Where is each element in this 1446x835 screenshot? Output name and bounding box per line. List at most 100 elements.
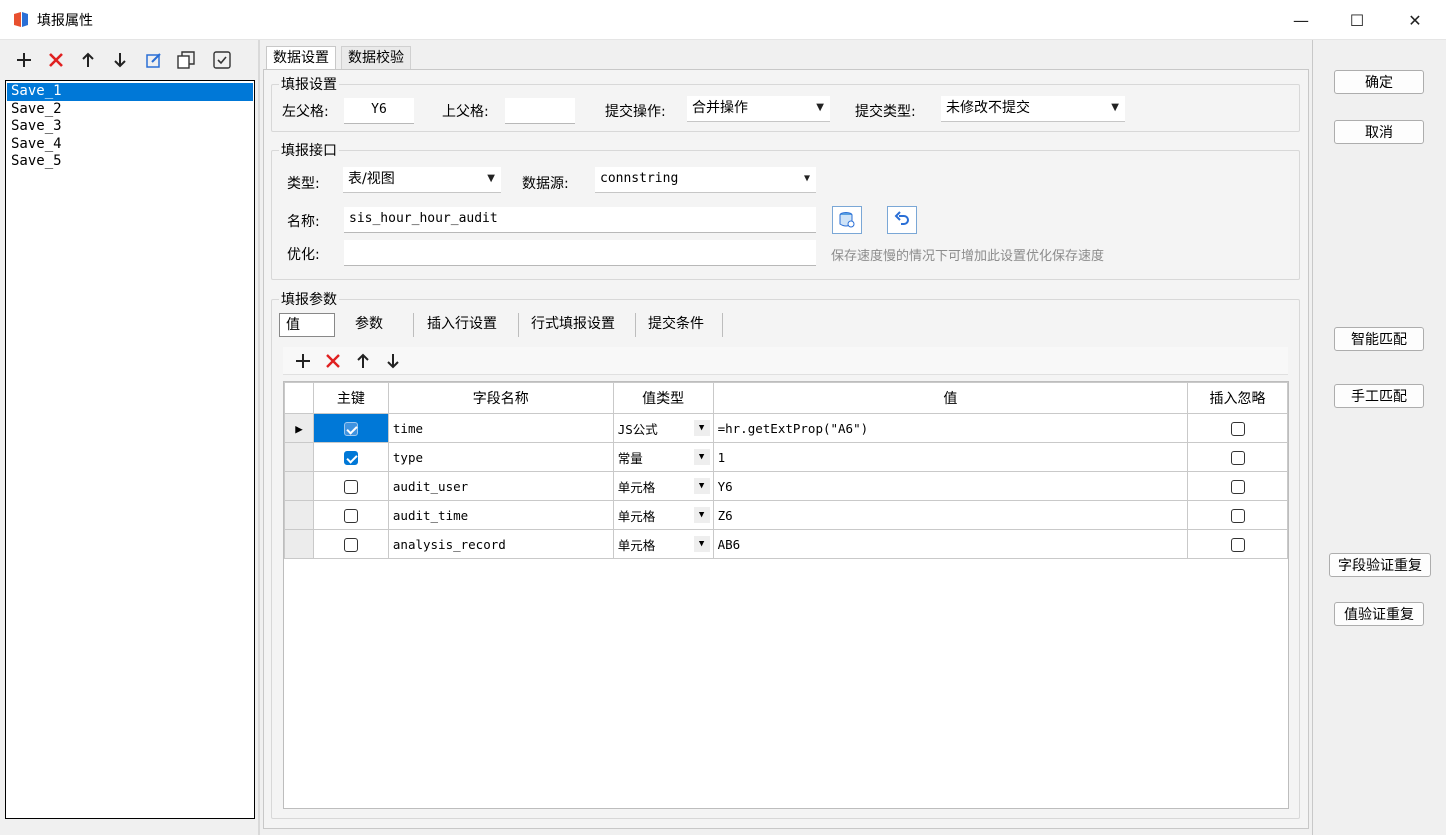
list-item[interactable]: Save_1 [7,83,253,101]
column-header[interactable]: 字段名称 [387,382,614,414]
cancel-button[interactable]: 取消 [1334,120,1424,144]
move-up-icon[interactable] [351,349,375,373]
row-header[interactable] [284,500,314,530]
value-cell[interactable]: 1 [712,442,1189,472]
column-header[interactable]: 主键 [312,382,389,414]
value-dup-check-button[interactable]: 值验证重复 [1334,602,1424,626]
value-cell[interactable]: =hr.getExtProp("A6") [712,413,1189,443]
row-header[interactable]: ▶ [284,413,314,443]
field-name-cell[interactable]: audit_time [387,500,614,530]
field-name-cell[interactable]: analysis_record [387,529,614,559]
insert-ignore-cell[interactable] [1187,500,1288,530]
primary-key-cell[interactable] [312,413,389,443]
subtab-params[interactable]: 参数 [343,313,414,337]
delete-icon[interactable] [44,48,68,72]
subtab-value[interactable]: 值 [279,313,335,337]
chevron-down-icon[interactable]: ▼ [693,420,710,436]
list-item[interactable]: Save_4 [7,136,253,154]
insert-ignore-checkbox[interactable] [1230,537,1245,552]
row-header[interactable] [284,471,314,501]
value-cell[interactable]: Z6 [712,500,1189,530]
value-type-cell[interactable]: 单元格 ▼ [612,471,714,501]
tab-data-validation[interactable]: 数据校验 [341,46,411,70]
insert-ignore-cell[interactable] [1187,529,1288,559]
column-header[interactable]: 值 [712,382,1189,414]
type-select[interactable]: 表/视图 ▼ [343,167,501,193]
column-header[interactable]: 插入忽略 [1187,382,1288,414]
copy-icon[interactable] [174,48,198,72]
field-name-cell[interactable]: time [387,413,614,443]
insert-ignore-checkbox[interactable] [1230,508,1245,523]
column-header[interactable]: 值类型 [612,382,714,414]
primary-key-checkbox[interactable] [343,537,358,552]
ok-button[interactable]: 确定 [1334,70,1424,94]
add-icon[interactable] [291,349,315,373]
top-parent-field[interactable] [505,98,575,124]
table-row[interactable]: audit_time 单元格 ▼ Z6 [284,500,1288,530]
delete-icon[interactable] [321,349,345,373]
primary-key-cell[interactable] [312,500,389,530]
insert-ignore-checkbox[interactable] [1230,421,1245,436]
table-row[interactable]: analysis_record 单元格 ▼ AB6 [284,529,1288,559]
move-down-icon[interactable] [108,48,132,72]
subtab-submit-condition[interactable]: 提交条件 [636,313,723,337]
submit-type-select[interactable]: 未修改不提交 ▼ [941,96,1125,122]
move-up-icon[interactable] [76,48,100,72]
field-name-cell[interactable]: type [387,442,614,472]
value-type-cell[interactable]: 单元格 ▼ [612,529,714,559]
optimize-field[interactable] [344,240,816,266]
minimize-button[interactable]: — [1272,0,1330,40]
name-field[interactable]: sis_hour_hour_audit [344,207,816,233]
table-row[interactable]: ▶ time JS公式 ▼ =hr.getExtProp("A6") [284,413,1288,443]
value-cell[interactable]: Y6 [712,471,1189,501]
params-grid[interactable]: 主键 字段名称 值类型 值 插入忽略 ▶ time JS公式 ▼ =hr.getExtP… [283,381,1289,809]
maximize-button[interactable]: ☐ [1328,0,1386,40]
subtab-row-fill[interactable]: 行式填报设置 [519,313,636,337]
table-row[interactable]: audit_user 单元格 ▼ Y6 [284,471,1288,501]
edit-icon[interactable] [142,48,166,72]
insert-ignore-cell[interactable] [1187,471,1288,501]
primary-key-cell[interactable] [312,471,389,501]
datasource-select[interactable]: connstring ▼ [595,167,816,193]
primary-key-checkbox[interactable] [343,508,358,523]
primary-key-cell[interactable] [312,529,389,559]
value-type-cell[interactable]: 单元格 ▼ [612,500,714,530]
manual-match-button[interactable]: 手工匹配 [1334,384,1424,408]
list-item[interactable]: Save_3 [7,118,253,136]
insert-ignore-checkbox[interactable] [1230,479,1245,494]
submit-op-select[interactable]: 合并操作 ▼ [687,96,830,122]
field-dup-check-button[interactable]: 字段验证重复 [1329,553,1431,577]
undo-button[interactable] [887,206,917,234]
row-header[interactable] [284,442,314,472]
add-icon[interactable] [12,48,36,72]
move-down-icon[interactable] [381,349,405,373]
row-header[interactable] [284,529,314,559]
save-list[interactable]: Save_1 Save_2 Save_3 Save_4 Save_5 [5,80,255,819]
chevron-down-icon[interactable]: ▼ [693,507,710,523]
primary-key-checkbox[interactable] [343,479,358,494]
check-icon[interactable] [210,48,234,72]
tab-data-settings[interactable]: 数据设置 [266,46,336,70]
table-row[interactable]: type 常量 ▼ 1 [284,442,1288,472]
list-item[interactable]: Save_2 [7,101,253,119]
insert-ignore-cell[interactable] [1187,413,1288,443]
left-parent-field[interactable]: Y6 [344,98,414,124]
panel-divider[interactable] [258,40,260,835]
close-button[interactable]: ✕ [1386,0,1444,40]
primary-key-cell[interactable] [312,442,389,472]
chevron-down-icon[interactable]: ▼ [693,536,710,552]
subtab-insert-row[interactable]: 插入行设置 [415,313,519,337]
value-type-cell[interactable]: 常量 ▼ [612,442,714,472]
list-item[interactable]: Save_5 [7,153,253,171]
insert-ignore-cell[interactable] [1187,442,1288,472]
chevron-down-icon[interactable]: ▼ [693,449,710,465]
primary-key-checkbox[interactable] [343,450,358,465]
primary-key-checkbox[interactable] [343,421,358,436]
smart-match-button[interactable]: 智能匹配 [1334,327,1424,351]
field-name-cell[interactable]: audit_user [387,471,614,501]
value-type-cell[interactable]: JS公式 ▼ [612,413,714,443]
value-cell[interactable]: AB6 [712,529,1189,559]
insert-ignore-checkbox[interactable] [1230,450,1245,465]
database-select-button[interactable] [832,206,862,234]
chevron-down-icon[interactable]: ▼ [693,478,710,494]
